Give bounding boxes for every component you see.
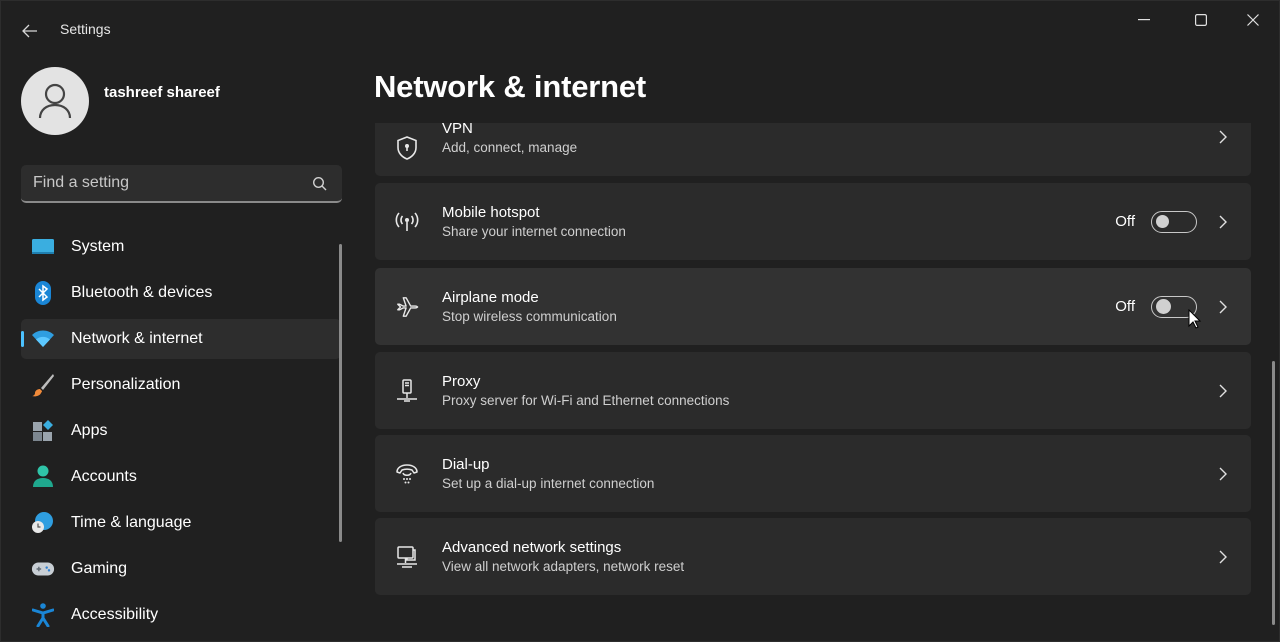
sidebar-item-bluetooth[interactable]: Bluetooth & devices xyxy=(21,273,341,313)
accounts-icon xyxy=(31,465,55,489)
brush-icon xyxy=(31,373,55,397)
page-title: Network & internet xyxy=(374,69,646,104)
card-subtitle: Set up a dial-up internet connection xyxy=(442,475,655,491)
back-arrow-icon xyxy=(22,24,37,38)
toggle-knob xyxy=(1156,298,1171,314)
sidebar-scrollbar[interactable] xyxy=(339,244,342,542)
sidebar-item-network[interactable]: Network & internet xyxy=(21,319,341,359)
sidebar-item-label: Bluetooth & devices xyxy=(71,284,213,301)
time-language-icon xyxy=(31,511,55,535)
mobile-hotspot-toggle[interactable] xyxy=(1151,210,1197,233)
card-title: Proxy xyxy=(442,372,481,390)
sidebar-item-label: Accessibility xyxy=(71,606,159,623)
sidebar-item-label: Network & internet xyxy=(71,330,203,347)
card-subtitle: Proxy server for Wi-Fi and Ethernet conn… xyxy=(442,392,730,408)
sidebar-item-system[interactable]: System xyxy=(21,227,341,267)
sidebar-item-label: Time & language xyxy=(71,514,192,531)
gamepad-icon xyxy=(31,557,55,581)
card-mobile-hotspot[interactable]: Mobile hotspot Share your internet conne… xyxy=(375,183,1251,260)
close-button[interactable] xyxy=(1228,5,1278,35)
chevron-right-icon xyxy=(1217,550,1229,564)
search-input[interactable] xyxy=(21,174,301,192)
sidebar-item-label: System xyxy=(71,238,125,255)
settings-window: Settings tashreef shareef System Bluet xyxy=(0,0,1280,642)
back-button[interactable] xyxy=(15,17,45,45)
card-airplane-mode[interactable]: Airplane mode Stop wireless communicatio… xyxy=(375,268,1251,345)
card-title: Airplane mode xyxy=(442,288,539,306)
wifi-icon xyxy=(31,327,55,351)
search-icon[interactable] xyxy=(312,176,328,192)
sidebar-item-time-language[interactable]: Time & language xyxy=(21,503,341,543)
chevron-right-icon xyxy=(1217,467,1229,481)
card-advanced-network-settings[interactable]: Advanced network settings View all netwo… xyxy=(375,518,1251,595)
sidebar-item-gaming[interactable]: Gaming xyxy=(21,549,341,589)
card-vpn[interactable]: VPN Add, connect, manage xyxy=(375,123,1251,176)
sidebar-item-label: Apps xyxy=(71,422,108,439)
sidebar-item-label: Accounts xyxy=(71,468,137,485)
minimize-button[interactable] xyxy=(1119,5,1169,35)
chevron-right-icon xyxy=(1217,130,1229,144)
sidebar-item-label: Gaming xyxy=(71,560,128,577)
user-icon xyxy=(38,83,72,119)
title-bar: Settings xyxy=(1,1,1280,59)
maximize-icon xyxy=(1195,14,1207,26)
card-subtitle: Add, connect, manage xyxy=(442,140,578,155)
sidebar-item-accessibility[interactable]: Accessibility xyxy=(21,595,341,635)
card-title: VPN xyxy=(442,123,473,137)
system-icon xyxy=(31,235,55,259)
card-title: Mobile hotspot xyxy=(442,203,540,221)
card-subtitle: Stop wireless communication xyxy=(442,308,617,324)
mouse-cursor-icon xyxy=(1188,309,1202,329)
content-scrollbar[interactable] xyxy=(1272,361,1275,625)
apps-icon xyxy=(31,419,55,443)
toggle-knob xyxy=(1156,214,1169,228)
close-icon xyxy=(1247,14,1259,26)
sidebar-item-personalization[interactable]: Personalization xyxy=(21,365,341,405)
accessibility-icon xyxy=(31,603,55,627)
profile-name: tashreef shareef xyxy=(104,84,220,101)
avatar[interactable] xyxy=(21,67,89,135)
card-proxy[interactable]: Proxy Proxy server for Wi-Fi and Etherne… xyxy=(375,352,1251,429)
search-box[interactable] xyxy=(21,165,342,203)
chevron-right-icon xyxy=(1217,300,1229,314)
hotspot-icon xyxy=(395,210,419,234)
sidebar-item-accounts[interactable]: Accounts xyxy=(21,457,341,497)
sidebar-item-apps[interactable]: Apps xyxy=(21,411,341,451)
card-title: Advanced network settings xyxy=(442,538,622,556)
airplane-icon xyxy=(395,295,419,319)
card-subtitle: View all network adapters, network reset xyxy=(442,558,685,574)
proxy-icon xyxy=(395,378,419,403)
chevron-right-icon xyxy=(1217,215,1229,229)
chevron-right-icon xyxy=(1217,384,1229,398)
sidebar-nav: System Bluetooth & devices Network & int… xyxy=(21,227,341,641)
card-dial-up[interactable]: Dial-up Set up a dial-up internet connec… xyxy=(375,435,1251,512)
app-title: Settings xyxy=(60,21,111,37)
toggle-state-label: Off xyxy=(1115,298,1135,315)
card-subtitle: Share your internet connection xyxy=(442,223,626,239)
dialup-icon xyxy=(395,462,419,486)
sidebar-item-label: Personalization xyxy=(71,376,181,393)
vpn-shield-icon xyxy=(395,136,419,160)
card-title: Dial-up xyxy=(442,455,490,473)
minimize-icon xyxy=(1138,19,1150,21)
toggle-state-label: Off xyxy=(1115,213,1135,230)
bluetooth-icon xyxy=(31,281,55,305)
maximize-button[interactable] xyxy=(1176,5,1226,35)
settings-list: VPN Add, connect, manage Mobile hotspot … xyxy=(375,123,1253,603)
advanced-network-icon xyxy=(395,545,419,569)
